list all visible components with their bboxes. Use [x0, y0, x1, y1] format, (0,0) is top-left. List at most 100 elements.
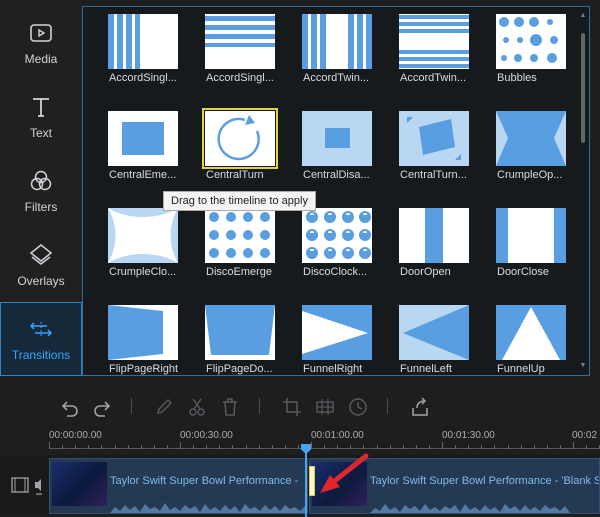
transition-central-disappear[interactable]: CentralDisa... — [277, 104, 374, 201]
export-button[interactable] — [409, 396, 431, 418]
export-icon — [412, 397, 428, 416]
ruler-tick — [350, 445, 352, 449]
timeline-ruler[interactable]: 00:00:00.00 00:00:30.00 00:01:00.00 00:0… — [0, 430, 600, 452]
ruler-tick — [442, 442, 443, 449]
transition-central-turn-2[interactable]: CentralTurn... — [374, 104, 471, 201]
timecode-label: 00:00:30.00 — [180, 430, 233, 441]
ruler-tick — [428, 445, 430, 449]
sidebar-item-label: Overlays — [17, 274, 65, 288]
film-icon — [11, 477, 42, 495]
playhead[interactable] — [305, 446, 307, 517]
redo-button[interactable] — [92, 396, 114, 418]
transition-door-close[interactable]: DoorClose — [471, 201, 568, 298]
toolbar-divider — [259, 398, 260, 414]
sidebar-item-label: Media — [24, 52, 58, 66]
transition-bubbles[interactable]: Bubbles — [471, 7, 568, 104]
sidebar-item-overlays[interactable]: Overlays — [0, 228, 82, 302]
undo-icon — [61, 401, 78, 417]
sidebar-item-media[interactable]: Media — [0, 6, 82, 80]
transition-label: CrumpleOp... — [497, 169, 563, 181]
transition-central-emerge[interactable]: CentralEme... — [83, 104, 180, 201]
sidebar-item-filters[interactable]: Filters — [0, 154, 82, 228]
transition-label: CentralTurn... — [400, 169, 467, 181]
crop-icon — [283, 398, 301, 416]
mosaic-icon — [316, 399, 334, 415]
playhead-handle[interactable] — [301, 444, 311, 454]
transition-disco-emerge[interactable]: DiscoEmerge — [180, 201, 277, 298]
transition-accord-single-vertical[interactable]: AccordSingl... — [83, 7, 180, 104]
audio-waveform — [110, 503, 307, 513]
ruler-tick — [507, 445, 509, 449]
transition-thumbnail — [399, 111, 469, 166]
scroll-down-arrow-icon[interactable]: ▼ — [579, 361, 587, 371]
speed-button[interactable] — [347, 396, 369, 418]
transition-label: DiscoEmerge — [206, 266, 273, 278]
ruler-tick — [311, 442, 312, 449]
transition-thumbnail — [108, 305, 178, 360]
filters-icon — [30, 170, 52, 191]
ruler-tick — [573, 442, 574, 449]
video-clip[interactable]: Taylor Swift Super Bowl Performance - — [49, 458, 308, 514]
sidebar-item-label: Transitions — [11, 348, 71, 362]
timecode-label: 00:02 — [572, 430, 598, 441]
crop-button[interactable] — [281, 396, 303, 418]
cut-button[interactable] — [186, 396, 208, 418]
transition-crumple-open[interactable]: CrumpleOp... — [471, 104, 568, 201]
transition-marker[interactable] — [309, 466, 315, 496]
ruler-tick — [180, 442, 181, 449]
transition-accord-twin-horizontal[interactable]: AccordTwin... — [374, 7, 471, 104]
delete-icon — [223, 398, 237, 416]
transition-disco-clockwise[interactable]: DiscoClock... — [277, 201, 374, 298]
vertical-scrollbar[interactable]: ▲ ▼ — [579, 11, 587, 371]
transition-thumbnail — [205, 208, 275, 263]
ruler-tick — [101, 445, 103, 449]
audio-waveform — [370, 504, 570, 513]
transition-label: CentralEme... — [109, 169, 177, 181]
ruler-tick — [389, 445, 391, 449]
transition-funnel-left[interactable]: FunnelLeft — [374, 298, 471, 375]
transition-thumbnail — [302, 208, 372, 263]
transition-label: DoorClose — [497, 266, 549, 278]
transition-thumbnail — [399, 305, 469, 360]
transition-thumbnail — [302, 111, 372, 166]
ruler-tick — [153, 445, 155, 449]
transition-crumple-close[interactable]: CrumpleClo... — [83, 201, 180, 298]
undo-button[interactable] — [58, 396, 80, 418]
ruler-tick — [494, 445, 496, 449]
ruler-tick — [533, 445, 535, 449]
transition-accord-single-horizontal[interactable]: AccordSingl... — [180, 7, 277, 104]
scroll-up-arrow-icon[interactable]: ▲ — [579, 11, 587, 21]
tooltip: Drag to the timeline to apply — [163, 191, 316, 211]
ruler-tick — [415, 445, 417, 449]
transition-thumbnail — [108, 208, 178, 263]
ruler-tick — [245, 445, 247, 449]
transition-flip-page-right[interactable]: FlipPageRight — [83, 298, 180, 375]
sidebar-item-label: Filters — [24, 200, 58, 214]
ruler-tick — [284, 445, 286, 449]
edit-button[interactable] — [153, 396, 175, 418]
transition-thumbnail — [302, 14, 372, 69]
toolbar-divider — [131, 398, 132, 414]
transition-door-open[interactable]: DoorOpen — [374, 201, 471, 298]
ruler-tick — [402, 445, 404, 449]
mosaic-button[interactable] — [314, 396, 336, 418]
transition-funnel-up[interactable]: FunnelUp — [471, 298, 568, 375]
transitions-icon — [29, 322, 53, 337]
overlays-icon — [29, 244, 53, 265]
transition-thumbnail — [399, 14, 469, 69]
sidebar-item-text[interactable]: Text — [0, 80, 82, 154]
transition-thumbnail — [205, 14, 275, 69]
transition-flip-page-down[interactable]: FlipPageDo... — [180, 298, 277, 375]
media-icon — [30, 24, 52, 42]
sidebar-item-label: Text — [29, 126, 52, 140]
sidebar-item-transitions[interactable]: Transitions — [0, 302, 82, 376]
scrollbar-thumb[interactable] — [581, 33, 585, 143]
transition-central-turn[interactable]: CentralTurn — [180, 104, 278, 201]
transition-accord-twin-vertical[interactable]: AccordTwin... — [277, 7, 374, 104]
transition-thumbnail — [496, 305, 566, 360]
delete-button[interactable] — [219, 396, 241, 418]
transition-thumbnail — [202, 108, 278, 169]
transition-funnel-right[interactable]: FunnelRight — [277, 298, 374, 375]
ruler-tick — [297, 445, 299, 449]
ruler-tick — [49, 442, 50, 449]
